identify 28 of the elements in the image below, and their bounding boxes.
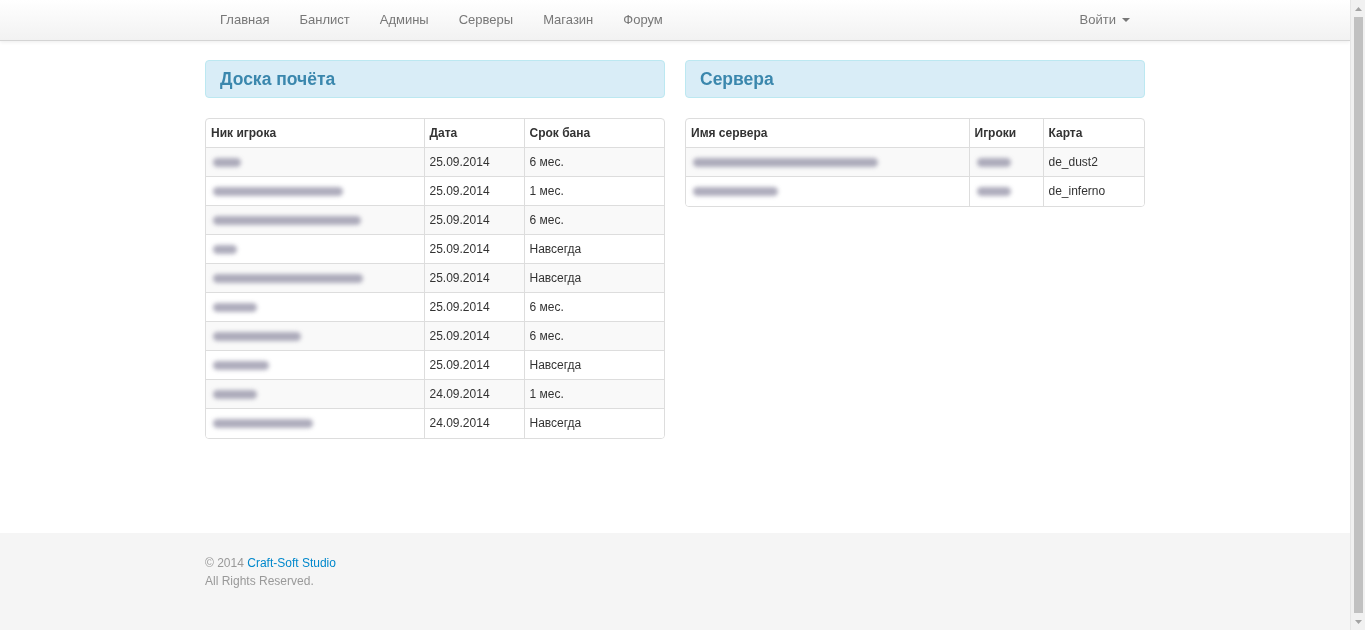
table-cell: Навсегда: [524, 408, 664, 438]
nav-link[interactable]: Админы: [364, 0, 444, 40]
blurred-nickname: [213, 360, 269, 370]
table-cell: 24.09.2014: [424, 408, 524, 438]
nav-link[interactable]: Магазин: [528, 0, 609, 40]
section-header: Сервера: [685, 60, 1145, 98]
blurred-nickname: [213, 302, 257, 312]
caret-icon: [1122, 18, 1130, 22]
nav-link[interactable]: Главная: [205, 0, 285, 40]
blurred-nickname: [213, 157, 241, 167]
nav-link[interactable]: Форум: [608, 0, 678, 40]
triangle-up-icon: [1354, 6, 1362, 11]
column-header: Имя сервера: [686, 119, 969, 148]
nav-link[interactable]: Банлист: [284, 0, 365, 40]
nav-link[interactable]: Серверы: [443, 0, 529, 40]
column-header: Ник игрока: [206, 119, 424, 148]
scrollbar-thumb[interactable]: [1353, 17, 1363, 613]
copyright-text: © 2014 Craft-Soft Studio: [205, 555, 336, 572]
triangle-down-icon: [1354, 619, 1362, 624]
section-header: Доска почёта: [205, 60, 665, 98]
blurred-nickname: [213, 244, 237, 254]
blurred-player-count: [976, 157, 1011, 167]
login-dropdown[interactable]: Войти: [1064, 0, 1145, 40]
blurred-player-count: [976, 186, 1011, 196]
studio-link[interactable]: Craft-Soft Studio: [247, 556, 336, 570]
rights-text: All Rights Reserved.: [205, 573, 314, 590]
blurred-nickname: [213, 389, 257, 399]
table-cell: de_inferno: [1043, 176, 1144, 206]
